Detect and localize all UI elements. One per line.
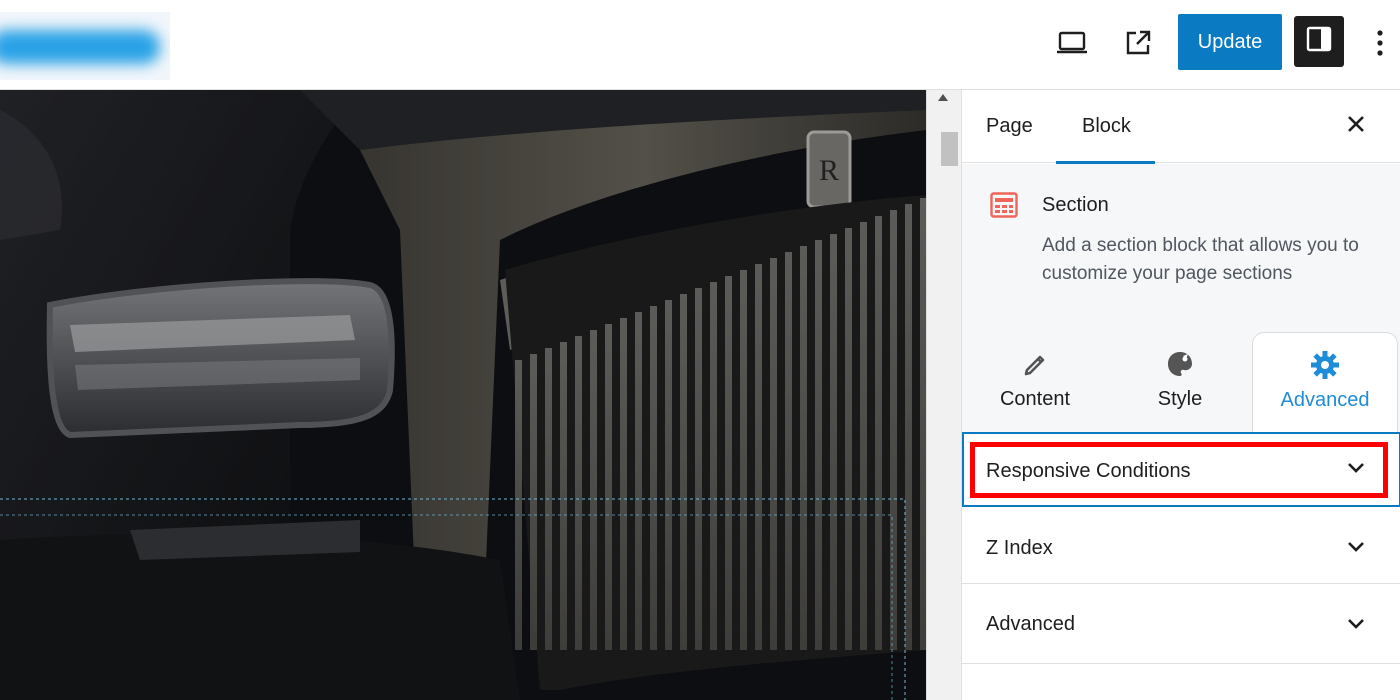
tab-style-label: Style: [1157, 388, 1203, 410]
tab-block[interactable]: Block: [1056, 90, 1155, 164]
panel-title: Responsive Conditions: [986, 460, 1191, 482]
close-sidebar-button[interactable]: [1340, 110, 1372, 142]
panel-responsive-conditions[interactable]: Responsive Conditions: [962, 432, 1400, 507]
external-link-icon: [1124, 29, 1152, 62]
canvas-scrollbar[interactable]: [926, 90, 961, 700]
panel-advanced[interactable]: Advanced: [962, 584, 1400, 664]
settings-sidebar: Page Block Section Add a section block t…: [961, 90, 1400, 700]
panel-z-index[interactable]: Z Index: [962, 507, 1400, 584]
preview-device-button[interactable]: [1049, 22, 1095, 68]
scroll-up-arrow-icon[interactable]: [938, 94, 948, 101]
scroll-thumb[interactable]: [941, 132, 958, 166]
section-block-icon: [990, 192, 1018, 223]
options-menu-button[interactable]: [1362, 22, 1398, 68]
editor-canvas[interactable]: R: [0, 90, 926, 700]
chevron-down-icon: [1346, 460, 1366, 479]
sidebar-toggle-icon: [1305, 25, 1333, 58]
view-page-button[interactable]: [1115, 22, 1161, 68]
tab-content-label: Content: [999, 388, 1071, 410]
tab-style[interactable]: Style: [1107, 332, 1253, 432]
close-icon: [1347, 115, 1365, 138]
hero-car-image: R: [0, 90, 926, 700]
tab-advanced[interactable]: Advanced: [1252, 332, 1398, 432]
pencil-icon: [1021, 348, 1049, 380]
sidebar-tabs: Page Block: [962, 90, 1400, 164]
panel-title: Z Index: [986, 537, 1053, 559]
block-description: Add a section block that allows you to c…: [1042, 235, 1359, 284]
gear-icon: [1310, 349, 1340, 381]
chevron-down-icon: [1346, 616, 1366, 635]
editor-header: Update: [0, 0, 1400, 90]
tab-content[interactable]: Content: [962, 332, 1108, 432]
more-vertical-icon: [1376, 29, 1384, 61]
settings-sidebar-toggle[interactable]: [1294, 16, 1344, 67]
tab-advanced-label: Advanced: [1280, 389, 1370, 411]
update-button[interactable]: Update: [1178, 14, 1282, 70]
palette-icon: [1166, 348, 1194, 380]
site-logo[interactable]: [0, 12, 170, 80]
laptop-icon: [1056, 31, 1088, 60]
chevron-down-icon: [1346, 539, 1366, 558]
tab-page[interactable]: Page: [986, 90, 1033, 163]
block-title: Section: [1042, 194, 1109, 216]
panel-title: Advanced: [986, 613, 1075, 635]
